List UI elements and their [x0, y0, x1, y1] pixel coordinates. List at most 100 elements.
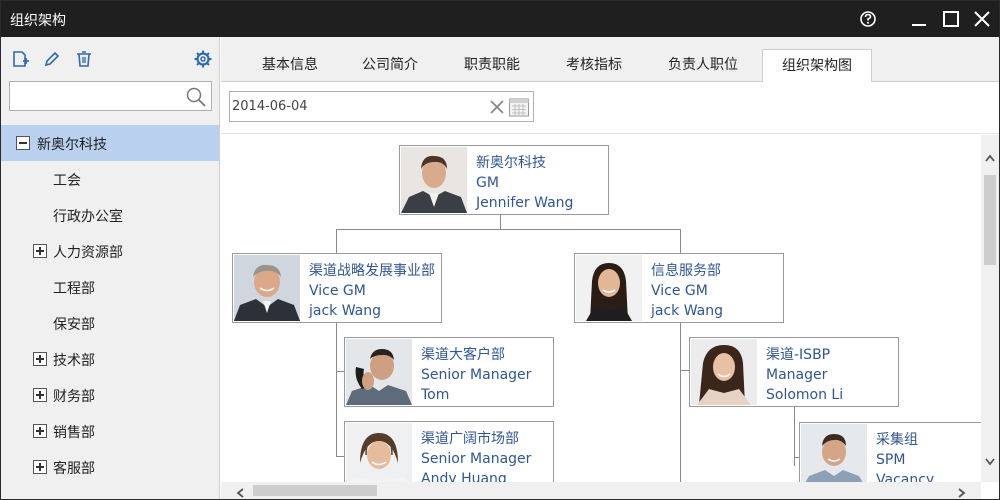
window-title: 组织架构 [10, 13, 66, 29]
scroll-right-icon[interactable] [955, 484, 967, 498]
man-on-phone-photo [346, 339, 412, 405]
node-title: Vice GM [309, 283, 366, 299]
close-icon[interactable] [970, 7, 994, 31]
node-dept: 信息服务部 [651, 263, 721, 279]
add-icon[interactable] [10, 49, 30, 69]
calendar-icon[interactable] [508, 96, 530, 118]
vertical-scroll-thumb[interactable] [984, 175, 996, 265]
connector [680, 323, 681, 482]
search-icon[interactable] [185, 86, 207, 108]
tree-item-root[interactable]: 新奥尔科技 [1, 125, 219, 161]
expand-icon[interactable] [33, 352, 47, 366]
tab-responsibilities[interactable]: 职责职能 [437, 49, 547, 82]
collapse-icon[interactable] [16, 136, 30, 150]
tree-item-label: 工会 [53, 173, 81, 189]
tab-bar: 基本信息 公司简介 职责职能 考核指标 负责人职位 组织架构图 [221, 37, 999, 83]
tree-item-label: 行政办公室 [53, 209, 123, 225]
tree-item-label: 客服部 [53, 461, 95, 477]
node-dept: 渠道广阔市场部 [421, 431, 519, 447]
node-title: GM [476, 175, 499, 191]
connector [680, 370, 689, 371]
node-name: jack Wang [309, 303, 382, 319]
org-node[interactable]: 信息服务部 Vice GM jack Wang [574, 253, 784, 323]
maximize-icon[interactable] [939, 7, 963, 31]
node-name: Solomon Li [766, 387, 844, 403]
woman-smiling-photo [691, 339, 757, 405]
org-node[interactable]: 渠道-ISBP Manager Solomon Li [689, 337, 899, 407]
expand-icon[interactable] [33, 244, 47, 258]
date-bar [221, 82, 999, 134]
tab-leader-position[interactable]: 负责人职位 [647, 49, 759, 82]
org-node[interactable]: 采集组 SPM Vacancy [799, 422, 981, 482]
tab-basic-info[interactable]: 基本信息 [235, 49, 345, 82]
org-node[interactable]: 渠道战略发展事业部 Vice GM jack Wang [232, 253, 442, 323]
horizontal-scrollbar[interactable] [221, 482, 981, 499]
org-node-root[interactable]: 新奥尔科技 GM Jennifer Wang [399, 145, 609, 215]
node-name: Tom [421, 387, 450, 403]
tree-item[interactable]: 工程部 [1, 269, 219, 305]
minimize-icon[interactable] [907, 7, 931, 31]
org-node[interactable]: 渠道广阔市场部 Senior Manager Andy Huang [344, 421, 554, 482]
help-icon[interactable] [856, 7, 880, 31]
search-field[interactable] [9, 81, 212, 111]
org-chart-canvas: 新奥尔科技 GM Jennifer Wang 渠道战略发展事业部 Vice GM… [221, 135, 981, 482]
tab-kpi[interactable]: 考核指标 [539, 49, 649, 82]
vertical-scrollbar[interactable] [981, 135, 999, 482]
scroll-down-icon[interactable] [984, 453, 996, 466]
org-node[interactable]: 渠道大客户部 Senior Manager Tom [344, 337, 554, 407]
tree-item[interactable]: 销售部 [1, 413, 219, 449]
tree-item-label: 新奥尔科技 [37, 137, 107, 153]
older-man-photo [234, 255, 300, 321]
node-dept: 渠道-ISBP [766, 347, 831, 363]
tree-item[interactable]: 行政办公室 [1, 197, 219, 233]
man-in-suit-photo [401, 147, 467, 213]
expand-icon[interactable] [33, 424, 47, 438]
node-title: Vice GM [651, 283, 708, 299]
connector [336, 229, 681, 230]
tree-item[interactable]: 保安部 [1, 305, 219, 341]
date-input[interactable] [230, 92, 480, 121]
tree-item[interactable]: 人力资源部 [1, 233, 219, 269]
clear-icon[interactable] [488, 98, 506, 116]
tree-item[interactable]: 财务部 [1, 377, 219, 413]
young-man-photo [801, 424, 867, 482]
connector [500, 214, 501, 230]
delete-icon[interactable] [74, 49, 94, 69]
tree-item-label: 人力资源部 [53, 245, 123, 261]
tree-item-label: 技术部 [53, 353, 95, 369]
expand-icon[interactable] [33, 460, 47, 474]
title-bar: 组织架构 [1, 1, 999, 37]
woman-headset-photo [346, 423, 412, 482]
tree-item-label: 工程部 [53, 281, 95, 297]
horizontal-scroll-thumb[interactable] [253, 485, 377, 496]
org-structure-window: 组织架构 新奥尔科技 工会 行政办公室 人力资源部 工程部 保安部 技术部 财务… [0, 0, 1000, 500]
node-title: Manager [766, 367, 828, 383]
node-dept: 渠道大客户部 [421, 347, 505, 363]
scroll-up-icon[interactable] [984, 149, 996, 162]
node-dept: 新奥尔科技 [476, 155, 546, 171]
org-tree: 新奥尔科技 工会 行政办公室 人力资源部 工程部 保安部 技术部 财务部 销售部… [1, 125, 219, 485]
node-dept: 采集组 [876, 432, 918, 448]
date-field[interactable] [229, 91, 534, 122]
tree-item-label: 财务部 [53, 389, 95, 405]
scroll-left-icon[interactable] [235, 484, 247, 498]
tree-item-label: 销售部 [53, 425, 95, 441]
tab-company-profile[interactable]: 公司简介 [335, 49, 445, 82]
connector [680, 229, 681, 253]
node-title: SPM [876, 452, 906, 468]
connector [336, 229, 337, 253]
node-name: Andy Huang [421, 471, 507, 482]
tree-item-label: 保安部 [53, 317, 95, 333]
tree-item[interactable]: 技术部 [1, 341, 219, 377]
tree-item[interactable]: 客服部 [1, 449, 219, 485]
search-input[interactable] [10, 82, 180, 110]
node-name: Vacancy [876, 472, 935, 482]
node-title: Senior Manager [421, 367, 532, 383]
tree-item[interactable]: 工会 [1, 161, 219, 197]
expand-icon[interactable] [33, 388, 47, 402]
tab-org-chart[interactable]: 组织架构图 [762, 49, 872, 83]
node-dept: 渠道战略发展事业部 [309, 263, 435, 279]
sidebar: 新奥尔科技 工会 行政办公室 人力资源部 工程部 保安部 技术部 财务部 销售部… [1, 37, 220, 499]
edit-icon[interactable] [42, 49, 62, 69]
settings-icon[interactable] [193, 49, 213, 69]
